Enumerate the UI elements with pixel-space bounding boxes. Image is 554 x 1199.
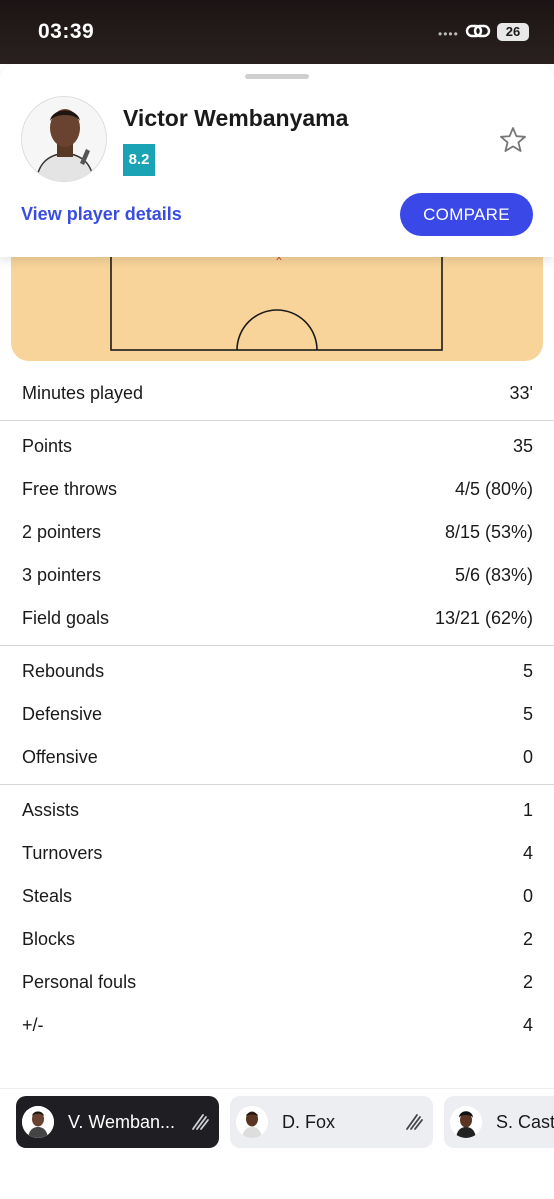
stat-label: Points — [22, 436, 73, 456]
shot-chart-court: x — [11, 239, 543, 361]
player-avatar — [22, 1106, 54, 1138]
player-tab-castle[interactable]: S. Castl — [444, 1096, 554, 1148]
stat-row: Free throws 4/5 (80%) — [0, 468, 554, 511]
stat-row: +/- 4 — [0, 1004, 554, 1047]
player-name: Victor Wembanyama — [123, 105, 349, 131]
player-tab-name: V. Wemban... — [68, 1111, 176, 1132]
stat-row: Rebounds 5 — [0, 650, 554, 693]
stat-value: 0 — [522, 747, 533, 767]
player-header-sheet: Victor Wembanyama 8.2 View player detail… — [0, 64, 554, 257]
player-tab-name: S. Castl — [496, 1111, 554, 1132]
stat-row: Turnovers 4 — [0, 832, 554, 875]
cellular-signal-icon: •••• — [438, 27, 459, 41]
drag-handle[interactable] — [245, 74, 309, 79]
stat-value: 4 — [522, 1015, 533, 1035]
stat-label: Blocks — [22, 929, 76, 949]
stat-label: 2 pointers — [22, 522, 102, 542]
stat-row: Points 35 — [0, 425, 554, 468]
player-tab-wembanyama[interactable]: V. Wemban... — [16, 1096, 219, 1148]
player-avatar — [21, 96, 107, 182]
view-player-details-link[interactable]: View player details — [21, 204, 182, 225]
stat-value: 8/15 (53%) — [444, 522, 533, 542]
spurs-logo-icon — [406, 1114, 423, 1130]
stat-label: Minutes played — [22, 383, 144, 403]
player-stats-list: Minutes played 33' Points 35 Free throws… — [0, 372, 554, 1047]
stat-value: 33' — [509, 383, 533, 403]
stat-value: 0 — [522, 886, 533, 906]
stat-row: Personal fouls 2 — [0, 961, 554, 1004]
section-divider — [0, 420, 554, 421]
stat-value: 13/21 (62%) — [434, 608, 533, 628]
player-avatar — [236, 1106, 268, 1138]
stat-label: Defensive — [22, 704, 103, 724]
section-divider — [0, 645, 554, 646]
stat-row: Steals 0 — [0, 875, 554, 918]
stat-row: Minutes played 33' — [0, 372, 554, 415]
link-icon — [465, 24, 491, 38]
stat-value: 5/6 (83%) — [454, 565, 533, 585]
stat-row: 3 pointers 5/6 (83%) — [0, 554, 554, 597]
stat-label: 3 pointers — [22, 565, 102, 585]
stat-value: 5 — [522, 661, 533, 681]
player-tab-name: D. Fox — [282, 1111, 336, 1132]
stat-row: Offensive 0 — [0, 736, 554, 779]
favorite-star-icon[interactable] — [498, 125, 528, 155]
stat-label: Free throws — [22, 479, 118, 499]
player-selector-bar: V. Wemban... D. Fox S. Castl — [0, 1088, 554, 1199]
stat-row: Blocks 2 — [0, 918, 554, 961]
stat-label: Field goals — [22, 608, 110, 628]
stat-value: 1 — [522, 800, 533, 820]
stat-label: Assists — [22, 800, 80, 820]
stat-value: 4 — [522, 843, 533, 863]
stat-row: Field goals 13/21 (62%) — [0, 597, 554, 640]
spurs-logo-icon — [192, 1114, 209, 1130]
stat-label: Personal fouls — [22, 972, 137, 992]
stat-value: 2 — [522, 972, 533, 992]
stat-label: Offensive — [22, 747, 98, 767]
player-tab-fox[interactable]: D. Fox — [230, 1096, 433, 1148]
stat-value: 5 — [522, 704, 533, 724]
compare-button[interactable]: COMPARE — [400, 193, 533, 236]
stat-value: 2 — [522, 929, 533, 949]
court-lines: x — [110, 239, 443, 351]
stat-label: +/- — [22, 1015, 44, 1035]
stat-value: 4/5 (80%) — [454, 479, 533, 499]
stat-label: Rebounds — [22, 661, 105, 681]
stat-label: Turnovers — [22, 843, 103, 863]
stat-label: Steals — [22, 886, 73, 906]
stat-row: Assists 1 — [0, 789, 554, 832]
player-rating-badge: 8.2 — [123, 144, 155, 176]
section-divider — [0, 784, 554, 785]
player-avatar — [450, 1106, 482, 1138]
stat-value: 35 — [512, 436, 533, 456]
battery-indicator: 26 — [497, 23, 529, 41]
status-time: 03:39 — [38, 20, 95, 43]
status-bar: 03:39 •••• 26 — [0, 0, 554, 64]
stat-row: 2 pointers 8/15 (53%) — [0, 511, 554, 554]
stat-row: Defensive 5 — [0, 693, 554, 736]
